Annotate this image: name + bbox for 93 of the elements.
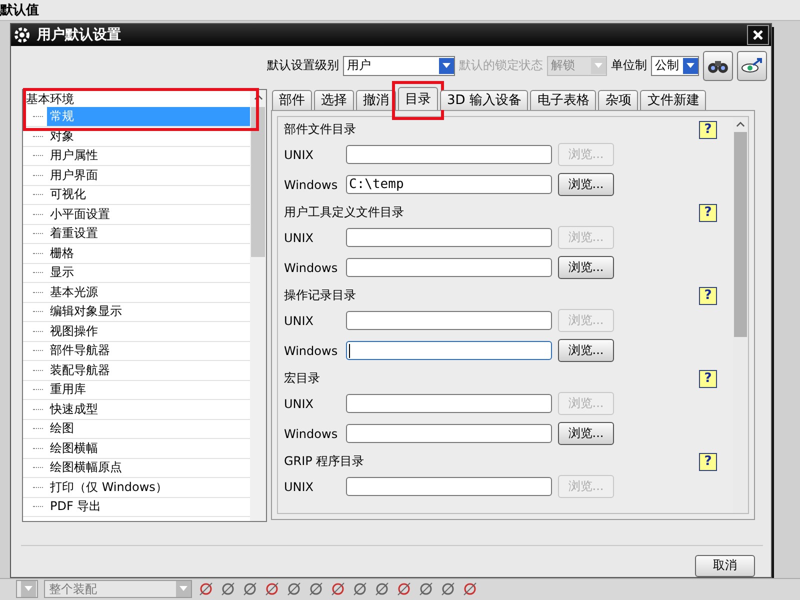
scrollbar[interactable]: [250, 90, 266, 521]
tool-icon[interactable]: [286, 581, 302, 598]
caret-icon: [683, 58, 698, 74]
help-icon[interactable]: ?: [699, 120, 717, 139]
tool-icon[interactable]: [396, 581, 412, 598]
tool-icon[interactable]: [440, 581, 456, 598]
field-label: UNIX: [284, 396, 315, 411]
input-field[interactable]: [346, 341, 552, 360]
tool-icon[interactable]: [330, 581, 346, 598]
help-icon[interactable]: ?: [699, 286, 717, 305]
find-button[interactable]: [703, 50, 733, 81]
tool-icon[interactable]: [374, 581, 390, 598]
scroll-up-icon[interactable]: [736, 120, 745, 129]
browse-button[interactable]: 浏览...: [558, 256, 614, 280]
tab[interactable]: 文件新建: [640, 90, 706, 110]
section-title: 操作记录目录: [284, 287, 356, 304]
tree-item[interactable]: 重用库: [47, 380, 250, 400]
field-label: UNIX: [284, 480, 315, 494]
tool-icon[interactable]: [308, 581, 324, 598]
tree-item[interactable]: 用户界面: [47, 166, 250, 185]
tool-icon[interactable]: [242, 581, 258, 598]
browse-button[interactable]: 浏览...: [558, 339, 614, 362]
field-label: Windows: [284, 426, 339, 441]
tree-item[interactable]: 绘图横幅原点: [47, 458, 250, 478]
level-dropdown[interactable]: 用户: [343, 56, 455, 76]
caret-icon: [176, 581, 191, 598]
tree-item[interactable]: 绘图横幅: [47, 438, 250, 458]
tree-item[interactable]: 部件导航器: [47, 341, 250, 360]
tree-item[interactable]: 打印（仅 Windows）: [47, 478, 250, 497]
tree-item[interactable]: 小平面设置: [47, 204, 250, 224]
level-label: 默认设置级别: [267, 57, 339, 74]
tool-icon[interactable]: [220, 581, 236, 598]
tool-icon[interactable]: [462, 581, 478, 598]
tree-item[interactable]: 用户属性: [47, 146, 250, 166]
tab[interactable]: 选择: [314, 90, 354, 110]
tree-item[interactable]: 视图操作: [47, 322, 250, 341]
tree-item[interactable]: 绘图: [47, 419, 250, 438]
field-label: Windows: [284, 344, 339, 358]
view-button[interactable]: [737, 50, 767, 81]
tab[interactable]: 目录: [398, 86, 438, 110]
tool-icon[interactable]: [198, 581, 214, 598]
tool-icon[interactable]: [418, 581, 434, 598]
units-dropdown[interactable]: 公制: [651, 56, 699, 76]
filter-dropdown[interactable]: [16, 580, 38, 598]
tree-item[interactable]: PDF 导出: [47, 497, 250, 516]
section-title: 宏目录: [284, 370, 320, 388]
tree-item[interactable]: 显示: [47, 263, 250, 282]
tab[interactable]: 电子表格: [530, 90, 596, 110]
field-label: UNIX: [284, 230, 315, 245]
eye-arrow-icon: [741, 56, 763, 75]
caret-icon: [21, 581, 36, 598]
tree-item[interactable]: 编辑对象显示: [47, 302, 250, 322]
tree-item[interactable]: 栅格: [47, 244, 250, 263]
tab[interactable]: 杂项: [598, 90, 638, 110]
tab[interactable]: 撤消: [356, 90, 396, 110]
scroll-up-icon[interactable]: [254, 92, 262, 102]
units-label: 单位制: [611, 57, 647, 74]
tree-item[interactable]: 可视化: [47, 185, 250, 204]
tree-item[interactable]: 基本光源: [47, 282, 250, 302]
tree-item[interactable]: 基本环境: [23, 90, 250, 108]
tool-icon[interactable]: [352, 581, 368, 598]
settings-icon: [13, 26, 31, 44]
help-icon[interactable]: ?: [699, 204, 717, 222]
field-label: Windows: [284, 260, 339, 275]
help-icon[interactable]: ?: [699, 452, 717, 471]
browse-button[interactable]: 浏览...: [558, 422, 614, 446]
tree-item[interactable]: 快速成型: [47, 400, 250, 419]
section-title: 用户工具定义文件目录: [284, 204, 404, 222]
tree-item[interactable]: 装配导航器: [47, 360, 250, 380]
dialog-title: 用户默认设置: [37, 26, 122, 44]
caret-icon: [591, 58, 606, 74]
lock-label: 默认的锁定状态: [459, 57, 543, 74]
input-field[interactable]: [346, 258, 552, 278]
tree-item[interactable]: 着重设置: [47, 224, 250, 244]
assembly-dropdown[interactable]: 整个装配: [44, 580, 192, 598]
section-title: GRIP 程序目录: [284, 453, 364, 470]
section-title: 部件文件目录: [284, 121, 356, 138]
close-button[interactable]: [747, 24, 769, 45]
tree-item[interactable]: 对象: [47, 126, 250, 146]
window-title: 默认值: [0, 2, 39, 19]
tab[interactable]: 部件: [272, 90, 312, 110]
input-field[interactable]: [346, 424, 552, 444]
close-icon: [752, 28, 764, 41]
input-field[interactable]: C:\temp: [346, 175, 552, 194]
caret-icon: [439, 58, 454, 74]
cancel-button[interactable]: 取消: [695, 554, 755, 577]
field-label: UNIX: [284, 148, 315, 162]
tool-icon[interactable]: [264, 581, 280, 598]
help-icon[interactable]: ?: [699, 370, 717, 388]
browse-button[interactable]: 浏览...: [558, 173, 614, 196]
field-label: UNIX: [284, 314, 315, 328]
field-label: Windows: [284, 178, 339, 192]
tab[interactable]: 3D 输入设备: [440, 90, 528, 110]
